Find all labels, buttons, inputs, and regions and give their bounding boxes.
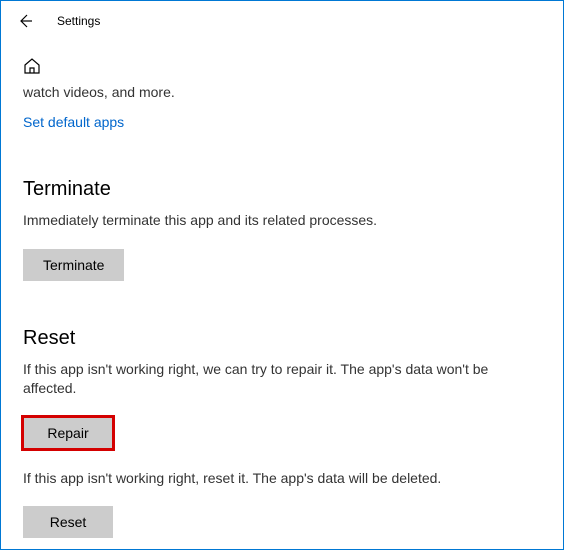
window-header: Settings <box>1 1 563 37</box>
reset-section: Reset If this app isn't working right, w… <box>23 327 541 539</box>
content-area: watch videos, and more. Set default apps… <box>1 84 563 538</box>
truncated-description: watch videos, and more. <box>23 84 541 100</box>
set-default-apps-link[interactable]: Set default apps <box>23 114 124 130</box>
reset-title: Reset <box>23 327 541 350</box>
repair-description: If this app isn't working right, we can … <box>23 360 541 399</box>
terminate-title: Terminate <box>23 178 541 201</box>
reset-description: If this app isn't working right, reset i… <box>23 469 541 489</box>
home-icon[interactable] <box>1 37 563 84</box>
terminate-button[interactable]: Terminate <box>23 249 124 281</box>
back-arrow-icon[interactable] <box>17 13 33 29</box>
terminate-section: Terminate Immediately terminate this app… <box>23 178 541 281</box>
repair-button[interactable]: Repair <box>23 417 113 449</box>
terminate-description: Immediately terminate this app and its r… <box>23 211 541 231</box>
header-title: Settings <box>57 14 100 28</box>
reset-button[interactable]: Reset <box>23 506 113 538</box>
